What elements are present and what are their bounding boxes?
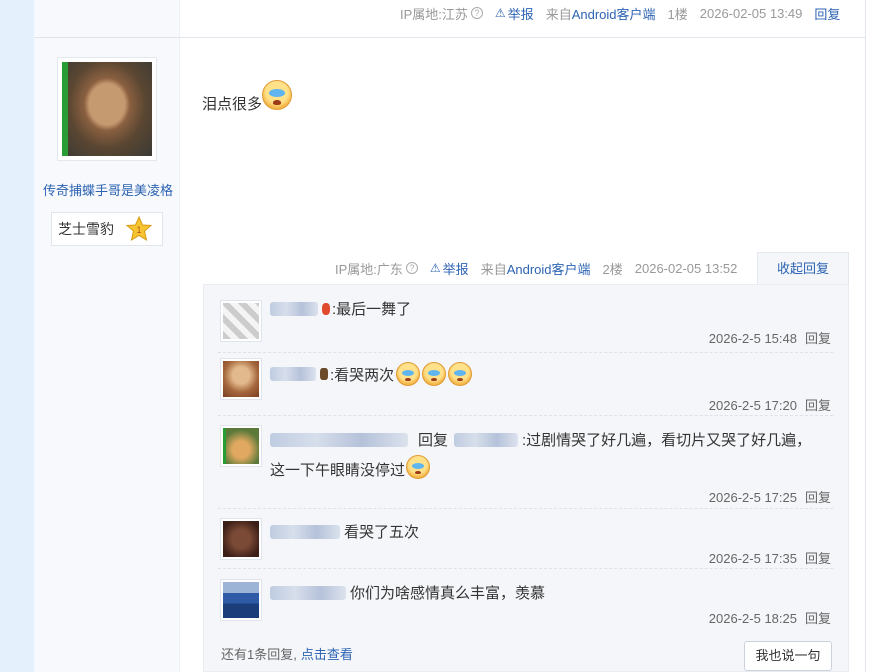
cry-emoji-icon [406,455,431,479]
view-more-link[interactable]: 点击查看 [301,647,353,662]
reply-button[interactable]: 回复 [805,398,831,413]
reply-separator [218,568,833,569]
source-prefix: 来自 [545,6,572,22]
reply-time-row: 2026-2-5 17:35 回复 [709,548,831,567]
level-name: 芝士雪豹 [58,221,114,237]
reply-separator [218,415,833,416]
reply-time: 2026-2-5 17:20 [708,398,797,413]
reply-button[interactable]: 回复 [805,611,831,626]
prev-post-meta: IP属地:江苏 ? ⚠ 举报 来自 Android客户端 1楼 2026-02-… [400,4,840,22]
reply-button[interactable]: 回复 [805,490,831,505]
help-icon[interactable]: ? [405,262,418,274]
floor-divider [34,37,866,38]
reply-text: :最后一舞了 [332,301,412,318]
reply-text: 看哭了五次 [344,524,420,541]
warning-icon: ⚠ [429,261,441,275]
warning-icon: ⚠ [494,6,506,20]
reply-time: 2026-2-5 18:25 [708,611,797,626]
floor-number: 2楼 [602,261,623,277]
ip-location: IP属地:江苏 [400,6,468,22]
page-left-margin [0,0,34,672]
reply-username[interactable] [270,585,346,600]
source-prefix: 来自 [480,261,507,277]
report-link[interactable]: 举报 [443,259,469,278]
reply-avatar[interactable] [220,300,262,342]
reply-username[interactable] [270,524,340,539]
source-link[interactable]: Android客户端 [572,4,656,23]
reply-line-2: 这一下午眼睛没停过 [270,455,431,483]
reply-time: 2026-2-5 15:48 [708,331,797,346]
more-replies-text: 还有1条回复, [221,647,297,662]
reply-text: :看哭两次 [330,366,395,384]
cry-emoji-icon [262,80,293,110]
reply-time-row: 2026-2-5 17:25 回复 [709,487,831,506]
reply-line: 你们为啥感情真么丰富，羡慕 [270,582,545,603]
author-avatar[interactable] [57,57,157,161]
reply-button[interactable]: 回复 [805,331,831,346]
help-icon[interactable]: ? [470,7,483,19]
post-text: 泪点很多 [202,96,263,113]
reply-username[interactable] [270,367,316,381]
reply-target-username[interactable] [454,432,519,447]
user-badge-icon [322,302,330,315]
reply-avatar[interactable] [220,425,262,467]
user-badge-icon [320,368,328,380]
reply-username[interactable] [270,432,408,447]
reply-line: 回复 :过剧情哭了好几遍，看切片又哭了好几遍， [270,429,811,450]
reply-line: :看哭两次 [270,362,473,386]
reply-button[interactable]: 回复 [805,551,831,566]
author-name[interactable]: 传奇捕蝶手哥是美凌格 [40,180,176,199]
post-content: 泪点很多 [202,80,293,114]
reply-avatar[interactable] [220,358,262,400]
ip-location: IP属地:广东 [335,261,403,277]
reply-separator [218,508,833,509]
reply-text: 你们为啥感情真么丰富，羡慕 [350,585,546,602]
reply-link[interactable]: 回复 [814,4,840,23]
reply-text-2: 这一下午眼睛没停过 [270,461,406,479]
post-meta: IP属地:广东 ? ⚠ 举报 来自 Android客户端 2楼 2026-02-… [335,259,737,277]
more-replies: 还有1条回复, 点击查看 [221,644,353,663]
reply-avatar[interactable] [220,518,262,560]
reply-line: :最后一舞了 [270,298,411,319]
post-time: 2026-02-05 13:52 [634,260,738,276]
reply-separator [218,352,833,353]
report-link[interactable]: 举报 [508,4,534,23]
cry-emoji-icon [422,362,447,386]
say-something-button[interactable]: 我也说一句 [744,641,832,671]
avatar-image [62,62,152,156]
level-star-icon: 1 [125,215,153,242]
reply-time: 2026-2-5 17:35 [708,551,797,566]
reply-line: 看哭了五次 [270,521,419,542]
level-badge[interactable]: 芝士雪豹 1 [51,212,163,246]
right-edge [866,0,870,672]
emoji-icon [396,362,421,386]
reply-text: :过剧情哭了好几遍，看切片又哭了好几遍， [522,432,812,449]
post-time: 2026-02-05 13:49 [699,5,803,21]
reply-avatar[interactable] [220,579,262,621]
reply-time-row: 2026-2-5 15:48 回复 [709,328,831,347]
reply-time-row: 2026-2-5 18:25 回复 [709,608,831,627]
cry-emoji-icon [448,362,473,386]
svg-text:1: 1 [136,225,141,235]
reply-username[interactable] [270,301,318,316]
source-link[interactable]: Android客户端 [507,259,591,278]
reply-time: 2026-2-5 17:25 [708,490,797,505]
reply-time-row: 2026-2-5 17:20 回复 [709,395,831,414]
floor-number: 1楼 [667,6,688,22]
collapse-replies-button[interactable]: 收起回复 [757,252,849,285]
reply-to-word: 回复 [418,432,449,449]
